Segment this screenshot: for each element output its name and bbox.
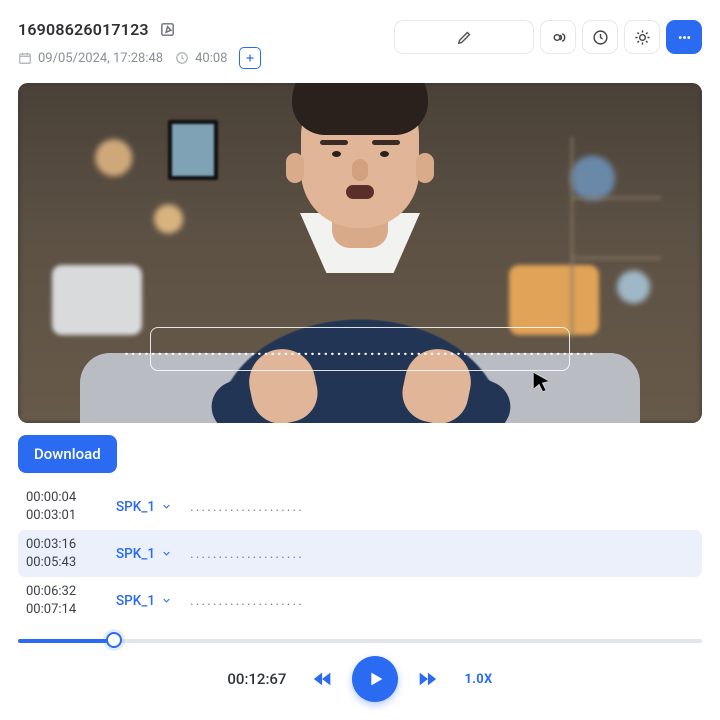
- duration-value: 40:08: [195, 51, 227, 66]
- segment-times: 00:03:1600:05:43: [26, 536, 98, 571]
- rewind-button[interactable]: [312, 668, 334, 690]
- more-icon: [676, 29, 693, 46]
- history-icon: [592, 29, 609, 46]
- history-button[interactable]: [582, 20, 618, 54]
- clock-icon: [175, 51, 189, 65]
- transcript-row[interactable]: 00:00:0400:03:01 SPK_1...................…: [18, 483, 702, 530]
- pen-icon: [456, 29, 473, 46]
- transcript-row[interactable]: 00:06:3200:07:14 SPK_1...................…: [18, 577, 702, 624]
- recorded-at: 09/05/2024, 17:28:48: [18, 51, 163, 66]
- segment-times: 00:00:0400:03:01: [26, 489, 98, 524]
- seek-bar[interactable]: [18, 630, 702, 650]
- voice-button[interactable]: [540, 20, 576, 54]
- recorded-date: 09/05/2024, 17:28:48: [38, 51, 163, 66]
- more-button[interactable]: [666, 20, 702, 54]
- transcript-row[interactable]: 00:03:1600:05:43 SPK_1...................…: [18, 530, 702, 577]
- rename-field[interactable]: [394, 20, 534, 54]
- speaker-label: SPK_1: [116, 499, 155, 515]
- playback-speed[interactable]: 1.0X: [464, 672, 492, 687]
- segment-end: 00:07:14: [26, 601, 98, 619]
- play-icon: [364, 668, 386, 690]
- sun-icon: [634, 29, 651, 46]
- caption-placeholder: ........................................…: [124, 340, 595, 359]
- video-frame: [18, 83, 702, 423]
- seek-knob[interactable]: [106, 632, 122, 648]
- caption-input[interactable]: ........................................…: [150, 327, 570, 371]
- speaker-label: SPK_1: [116, 593, 155, 609]
- speaker-select[interactable]: SPK_1: [116, 546, 172, 562]
- segment-text: ....................: [190, 499, 304, 515]
- segment-start: 00:06:32: [26, 583, 98, 601]
- segment-end: 00:03:01: [26, 507, 98, 525]
- segment-start: 00:00:04: [26, 489, 98, 507]
- transcript-list: 00:00:0400:03:01 SPK_1...................…: [18, 483, 702, 624]
- segment-start: 00:03:16: [26, 536, 98, 554]
- chevron-down-icon: [161, 595, 172, 606]
- speaker-label: SPK_1: [116, 546, 155, 562]
- segment-text: ....................: [190, 546, 304, 562]
- video-player[interactable]: ........................................…: [18, 83, 702, 423]
- app-shell: 16908626017123 09/05/2024, 17:28:48 40:0…: [0, 0, 720, 720]
- edit-title-icon[interactable]: [159, 21, 176, 38]
- forward-icon: [416, 668, 438, 690]
- current-time: 00:12:67: [227, 670, 286, 688]
- duration: 40:08: [175, 51, 227, 66]
- segment-times: 00:06:3200:07:14: [26, 583, 98, 618]
- segment-end: 00:05:43: [26, 554, 98, 572]
- theme-button[interactable]: [624, 20, 660, 54]
- toolbar: [394, 20, 702, 54]
- voice-icon: [550, 29, 567, 46]
- chevron-down-icon: [161, 548, 172, 559]
- add-button[interactable]: [239, 47, 261, 69]
- forward-button[interactable]: [416, 668, 438, 690]
- rewind-icon: [312, 668, 334, 690]
- download-button[interactable]: Download: [18, 435, 117, 473]
- calendar-icon: [18, 51, 32, 65]
- plus-icon: [244, 52, 256, 64]
- speaker-select[interactable]: SPK_1: [116, 499, 172, 515]
- header: 16908626017123 09/05/2024, 17:28:48 40:0…: [18, 20, 702, 69]
- playback-controls: 00:12:67 1.0X: [18, 656, 702, 702]
- speaker-select[interactable]: SPK_1: [116, 593, 172, 609]
- segment-text: ....................: [190, 593, 304, 609]
- cursor-icon: [530, 371, 552, 397]
- play-button[interactable]: [352, 656, 398, 702]
- chevron-down-icon: [161, 501, 172, 512]
- recording-title: 16908626017123: [18, 20, 149, 39]
